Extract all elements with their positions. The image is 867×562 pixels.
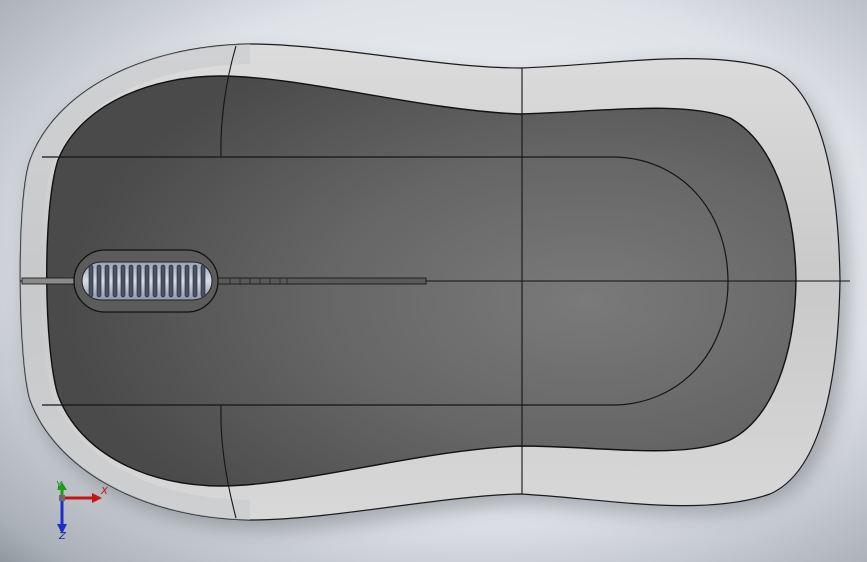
graphics-viewport[interactable]: X Y Z (0, 0, 867, 562)
triad-origin (59, 495, 65, 501)
cable-stub (21, 277, 79, 285)
z-axis-label: Z (59, 531, 66, 542)
x-axis-label: X (101, 486, 108, 497)
scroll-wheel-ridges (88, 264, 206, 298)
y-axis-label: Y (56, 480, 63, 491)
viewport-canvas[interactable] (0, 0, 867, 562)
button-gap-slot (213, 277, 427, 285)
coordinate-triad[interactable]: X Y Z (48, 480, 112, 546)
